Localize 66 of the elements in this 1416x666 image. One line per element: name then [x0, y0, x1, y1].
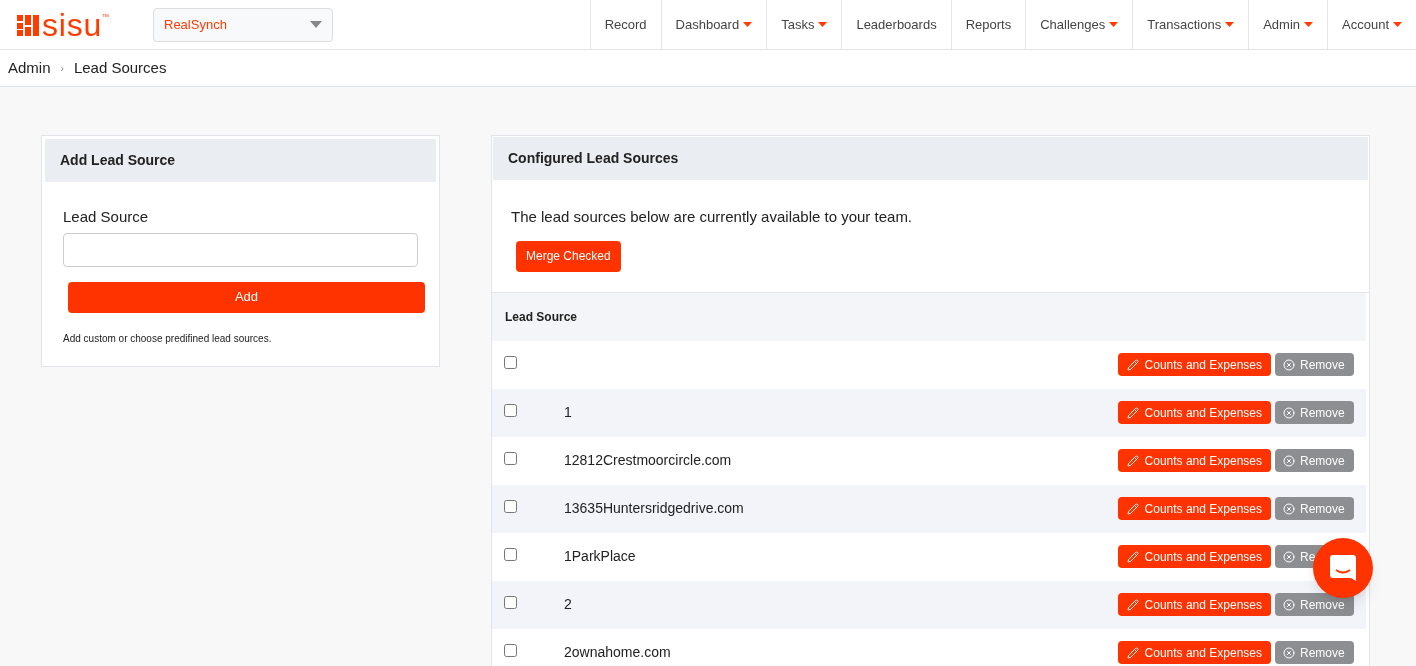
- breadcrumb-separator: ›: [60, 61, 64, 76]
- lead-source-name: 1ParkPlace: [564, 547, 636, 566]
- lead-source-name: 12812Crestmoorcircle.com: [564, 451, 732, 470]
- row-checkbox[interactable]: [504, 500, 517, 513]
- remove-button[interactable]: Remove: [1275, 641, 1354, 664]
- row-checkbox[interactable]: [504, 452, 517, 465]
- close-icon: [1283, 406, 1295, 419]
- chat-icon: [1330, 555, 1356, 581]
- card-header: Configured Lead Sources: [493, 137, 1368, 180]
- nav-item[interactable]: Transactions: [1132, 0, 1249, 49]
- close-icon: [1283, 502, 1295, 515]
- close-icon: [1283, 646, 1295, 659]
- breadcrumb-link[interactable]: Admin: [8, 56, 51, 80]
- logo-icon: [17, 13, 39, 36]
- counts-and-expenses-button[interactable]: Counts and Expenses: [1117, 641, 1271, 664]
- intro-text: The lead sources below are currently available to your team.: [511, 207, 914, 227]
- row-checkbox[interactable]: [504, 356, 517, 369]
- lead-source-name: 2ownahome.com: [564, 643, 671, 662]
- lead-source-name: 13635Huntersridgedrive.com: [564, 499, 744, 518]
- nav-item[interactable]: Challenges: [1025, 0, 1133, 49]
- remove-button[interactable]: Remove: [1275, 449, 1354, 472]
- add-button[interactable]: Add: [68, 281, 425, 313]
- counts-and-expenses-button[interactable]: Counts and Expenses: [1117, 593, 1271, 616]
- close-icon: [1283, 454, 1295, 467]
- counts-and-expenses-button[interactable]: Counts and Expenses: [1117, 353, 1271, 376]
- dropdown-caret-icon: [310, 21, 322, 28]
- close-icon: [1283, 358, 1295, 371]
- counts-and-expenses-button[interactable]: Counts and Expenses: [1117, 545, 1271, 568]
- nav-item[interactable]: Record: [589, 0, 661, 49]
- nav-item[interactable]: Dashboard: [660, 0, 767, 49]
- remove-button[interactable]: Remove: [1275, 353, 1354, 376]
- nav-item[interactable]: Reports: [950, 0, 1026, 49]
- lead-source-field[interactable]: [63, 232, 418, 267]
- card-header: Add Lead Source: [45, 139, 436, 182]
- row-checkbox[interactable]: [504, 404, 517, 417]
- remove-button[interactable]: Remove: [1275, 497, 1354, 520]
- counts-and-expenses-button[interactable]: Counts and Expenses: [1117, 449, 1271, 472]
- team-select[interactable]: RealSynch: [153, 7, 333, 42]
- nav-item[interactable]: Account: [1327, 0, 1416, 49]
- pencil-icon: [1126, 598, 1139, 611]
- pencil-icon: [1126, 646, 1139, 659]
- pencil-icon: [1126, 358, 1139, 371]
- close-icon: [1283, 598, 1295, 611]
- breadcrumb-current: Lead Sources: [73, 57, 167, 78]
- nav-item[interactable]: Tasks: [766, 0, 842, 49]
- counts-and-expenses-button[interactable]: Counts and Expenses: [1117, 497, 1271, 520]
- pencil-icon: [1126, 550, 1139, 563]
- row-checkbox[interactable]: [504, 644, 517, 657]
- pencil-icon: [1126, 406, 1139, 419]
- help-text: Add custom or choose predifined lead sources.: [63, 331, 273, 346]
- column-header: Lead Source: [505, 308, 578, 326]
- remove-button[interactable]: Remove: [1275, 593, 1354, 616]
- row-checkbox[interactable]: [504, 596, 517, 609]
- pencil-icon: [1126, 454, 1139, 467]
- field-label: Lead Source: [63, 207, 150, 227]
- pencil-icon: [1126, 502, 1139, 515]
- nav-item[interactable]: Admin: [1248, 0, 1327, 49]
- lead-source-name: 2: [564, 595, 572, 614]
- remove-button[interactable]: Remove: [1275, 401, 1354, 424]
- row-checkbox[interactable]: [504, 548, 517, 561]
- counts-and-expenses-button[interactable]: Counts and Expenses: [1117, 401, 1271, 424]
- lead-source-name: 1: [564, 403, 572, 422]
- logo-text: sisu: [42, 8, 103, 41]
- close-icon: [1283, 550, 1295, 563]
- nav-item[interactable]: Leaderboards: [841, 0, 951, 49]
- merge-checked-button[interactable]: Merge Checked: [516, 240, 621, 272]
